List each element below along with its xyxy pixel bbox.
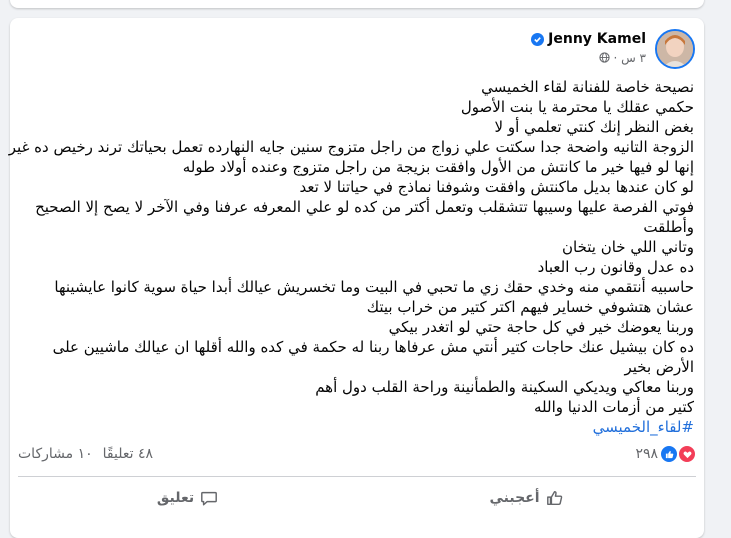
post-line: بغض النظر إنك كنتي تعلمي أو لا xyxy=(494,118,694,136)
thumbs-up-icon xyxy=(546,490,562,506)
author-name[interactable]: Jenny Kamel xyxy=(548,31,646,47)
post-line: نصيحة خاصة للفنانة لقاء الخميسي xyxy=(481,78,694,96)
post-line: عشان هتشوفي خساير فيهم اكتر كتير من خراب… xyxy=(366,298,694,316)
post-line: وتاني اللي خان يتخان xyxy=(561,238,694,256)
post-actions-bar: أعجبني تعليق xyxy=(18,480,696,516)
verified-badge-icon xyxy=(531,32,545,46)
post-line: كتير من أزمات الدنيا والله xyxy=(533,398,694,416)
like-reaction-icon xyxy=(660,445,678,463)
post-line: حكمي عقلك يا محترمة يا بنت الأصول xyxy=(460,98,694,116)
like-button[interactable]: أعجبني xyxy=(357,480,696,516)
post-line: ده عدل وقانون رب العباد xyxy=(537,258,694,276)
author-avatar[interactable] xyxy=(655,29,695,69)
post-line: ده كان بيشيل عنك حاجات كتير أنتي مش عرفا… xyxy=(52,338,694,376)
engagement-counts: ٤٨ تعليقًا ١٠ مشاركات xyxy=(18,446,153,462)
post-line: لو كان عندها بديل ماكنتش وافقت وشوفنا نم… xyxy=(299,178,695,196)
like-button-label: أعجبني xyxy=(489,490,540,506)
actions-divider xyxy=(18,476,696,477)
post-time[interactable]: ٣ س · xyxy=(613,51,646,65)
reactions-summary[interactable]: ٢٩٨ xyxy=(635,445,696,463)
post-line: وربنا يعوضك خير في كل حاجة حتي لو اتغدر … xyxy=(388,318,694,336)
love-reaction-icon xyxy=(678,445,696,463)
shares-count[interactable]: ١٠ مشاركات xyxy=(18,446,93,462)
post-line: الزوجة التانيه واضحة جدا سكتت علي زواج م… xyxy=(8,138,694,156)
reactions-count[interactable]: ٢٩٨ xyxy=(635,446,658,462)
post-text: نصيحة خاصة للفنانة لقاء الخميسي حكمي عقل… xyxy=(8,77,695,437)
post-line: وربنا معاكي ويديكي السكينة والطمأنينة ور… xyxy=(315,378,694,396)
post-line: إنها لو فيها خير ما كانتش من الأول وافقت… xyxy=(182,158,694,176)
comment-button[interactable]: تعليق xyxy=(18,480,357,516)
post-time-row: ٣ س · xyxy=(598,51,646,65)
post-line: فوتي الفرصة عليها وسيبها تتشقلب وتعمل أك… xyxy=(35,198,694,236)
author-name-row: Jenny Kamel xyxy=(531,31,646,47)
page-scrollbar[interactable] xyxy=(721,0,731,514)
comment-icon xyxy=(201,491,218,506)
post-line: حاسبيه أنتقمي منه وخدي حقك زي ما تحبي في… xyxy=(54,278,694,296)
comments-count[interactable]: ٤٨ تعليقًا xyxy=(103,446,153,462)
post-stats: ٢٩٨ ٤٨ تعليقًا ١٠ مشاركات xyxy=(18,444,696,464)
post-card: Jenny Kamel ٣ س · نصيحة خاصة للفنانة لقا… xyxy=(8,18,704,538)
previous-post-card xyxy=(10,0,704,8)
globe-icon xyxy=(598,52,610,63)
hashtag-link[interactable]: #لقاء_الخميسي xyxy=(18,417,694,437)
comment-button-label: تعليق xyxy=(156,490,195,506)
